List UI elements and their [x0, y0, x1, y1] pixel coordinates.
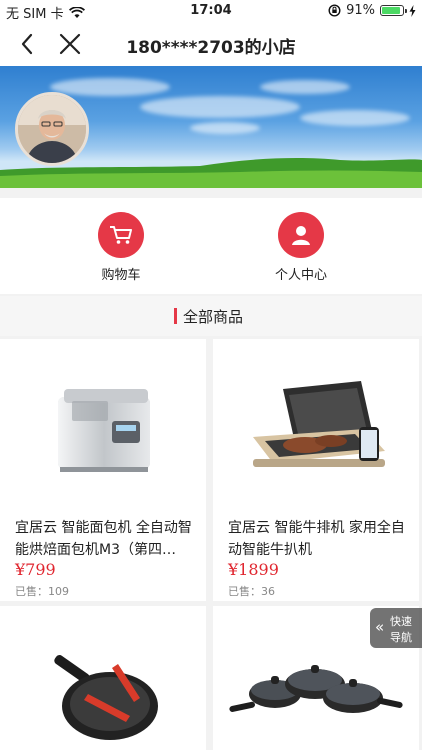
page-title: 180****2703的小店 — [126, 38, 296, 58]
product-price: ¥799 — [15, 560, 56, 579]
product-sold-count: 已售：36 — [228, 585, 275, 598]
product-name: 宜居云 智能面包机 全自动智能烘焙面包机M3（第四… — [15, 520, 192, 558]
product-card[interactable]: 宜居云 智能面包机 全自动智能烘焙面包机M3（第四… ¥799 已售：109 — [0, 339, 206, 601]
quick-links: 购物车 个人中心 — [0, 198, 422, 294]
section-header: 全部商品 — [0, 296, 422, 336]
person-icon — [278, 212, 324, 258]
cart-link[interactable]: 购物车 — [71, 212, 171, 283]
personal-center-label: 个人中心 — [274, 268, 327, 283]
bread-maker-image — [58, 389, 150, 472]
battery-icon — [380, 5, 407, 16]
steak-grill-image — [253, 381, 385, 467]
product-card[interactable]: 宜居云 智能牛排机 家用全自动智能牛扒机 ¥1899 已售：36 — [213, 339, 419, 601]
battery-percent: 91% — [346, 3, 375, 18]
quick-nav-label-1: 快速 — [390, 615, 412, 628]
shop-avatar[interactable] — [15, 92, 89, 166]
personal-center-link[interactable]: 个人中心 — [251, 212, 351, 283]
status-bar: 无 SIM 卡 17:04 91% — [0, 0, 422, 22]
avatar-photo — [18, 95, 86, 163]
product-card[interactable] — [0, 606, 206, 750]
product-name: 宜居云 智能牛排机 家用全自动智能牛扒机 — [228, 520, 405, 558]
quick-nav-label-2: 导航 — [390, 631, 412, 644]
cart-icon — [98, 212, 144, 258]
orientation-lock-icon — [328, 4, 341, 17]
frying-pan-image — [54, 655, 158, 740]
product-sold-count: 已售：109 — [15, 585, 69, 598]
charging-icon — [409, 4, 416, 17]
double-chevron-left-icon: « — [375, 618, 385, 636]
cart-label: 购物车 — [101, 268, 141, 283]
section-accent-bar — [174, 308, 177, 324]
nav-bar: 180****2703的小店 — [0, 22, 422, 66]
product-price: ¥1899 — [228, 560, 279, 579]
quick-nav-button[interactable]: « 快速 导航 — [370, 608, 422, 648]
section-title: 全部商品 — [183, 308, 244, 326]
status-right: 91% — [328, 3, 416, 18]
